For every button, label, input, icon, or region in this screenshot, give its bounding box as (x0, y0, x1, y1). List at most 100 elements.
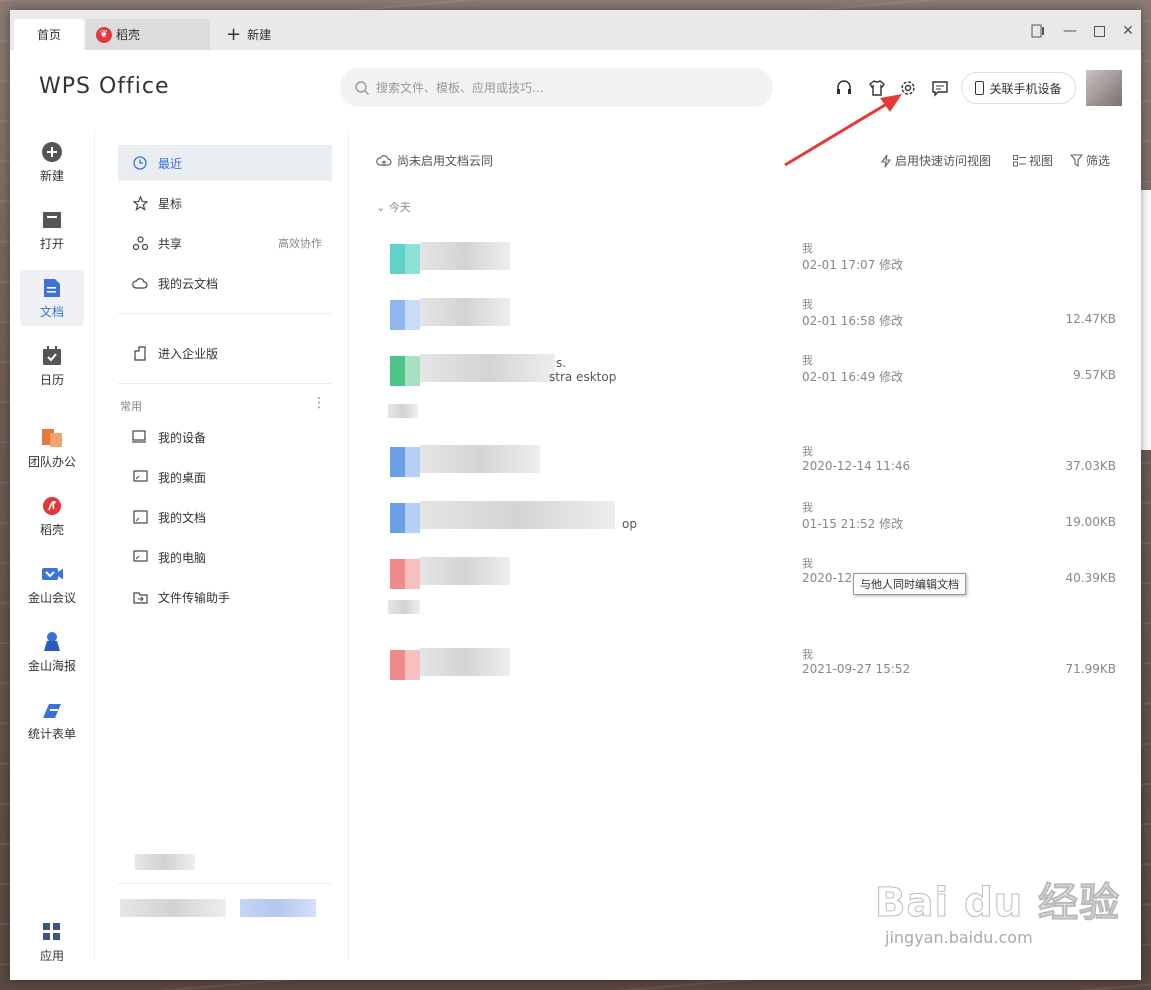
rail-poster[interactable]: 金山海报 (20, 624, 84, 680)
tooltip: 与他人同时编辑文档 (853, 573, 966, 595)
tab-docer-label: 稻壳 (116, 28, 141, 42)
group-today[interactable]: ⌄ 今天 (376, 199, 411, 215)
rail-form[interactable]: 统计表单 (20, 692, 84, 748)
file-path-fragment: stra esktop (549, 370, 617, 384)
file-size: 37.03KB (1065, 459, 1116, 473)
search-input[interactable]: 搜索文件、模板、应用或技巧... (340, 68, 773, 107)
file-thumbnail (390, 300, 420, 330)
nav-recent[interactable]: 最近 (118, 145, 332, 181)
cloud-icon (376, 155, 392, 166)
filter-icon (1070, 154, 1083, 167)
avatar[interactable] (1086, 70, 1122, 106)
file-time: 2021-09-27 15:52 (802, 662, 911, 676)
tab-docer[interactable]: ❦ 稻壳 (86, 19, 210, 50)
nav-my-documents[interactable]: 我的文档 (118, 499, 332, 535)
quick-access-button[interactable]: 启用快速访问视图 (880, 152, 991, 169)
rail-documents[interactable]: 文档 (20, 270, 84, 326)
file-size: 12.47KB (1065, 312, 1116, 326)
blurred-account-info (135, 854, 195, 870)
rail-team-label: 团队办公 (27, 454, 76, 469)
minimize-icon[interactable]: — (1059, 20, 1081, 42)
rail-team[interactable]: 团队办公 (20, 420, 84, 476)
transfer-icon (132, 589, 148, 605)
message-icon[interactable] (929, 77, 951, 99)
file-row[interactable]: 我 2020-12-14 11:46 37.03KB (376, 437, 1116, 493)
group-today-label: 今天 (388, 201, 411, 214)
nav-separator (118, 313, 332, 314)
link-phone-button[interactable]: 关联手机设备 (961, 72, 1076, 104)
nav-my-computer[interactable]: 我的电脑 (118, 539, 332, 575)
file-owner: 我 (802, 298, 813, 311)
cloud-sync-notice[interactable]: 尚未启用文档云同 (376, 152, 493, 169)
nav-cloud-label: 我的云文档 (158, 276, 219, 291)
form-icon (41, 699, 63, 721)
rail-poster-label: 金山海报 (27, 658, 76, 673)
calendar-icon (41, 345, 63, 367)
team-icon (41, 427, 63, 449)
title-bar: 首页 ❦ 稻壳 + 新建 — ✕ (10, 10, 1141, 50)
rail-docer[interactable]: 稻壳 (20, 488, 84, 544)
nav-my-desktop[interactable]: 我的桌面 (118, 459, 332, 495)
chevron-down-icon: ⌄ (376, 201, 386, 214)
cloud-icon (132, 275, 148, 291)
headset-icon[interactable] (833, 77, 855, 99)
rail-open[interactable]: 打开 (20, 202, 84, 258)
share-icon (132, 235, 148, 251)
tab-new-label: 新建 (247, 28, 272, 42)
document-icon (41, 277, 63, 299)
nav-starred[interactable]: 星标 (118, 185, 332, 221)
tab-home[interactable]: 首页 (14, 19, 84, 50)
nav-my-device[interactable]: 我的设备 (118, 419, 332, 455)
file-thumbnail (390, 244, 420, 274)
nav-shared[interactable]: 共享 高效协作 (118, 225, 332, 261)
rail-new[interactable]: 新建 (20, 134, 84, 190)
maximize-icon[interactable] (1088, 20, 1110, 42)
gear-icon[interactable] (897, 77, 919, 99)
file-owner: 我 (802, 648, 813, 661)
file-row[interactable]: 我 02-01 16:58 修改 12.47KB (376, 290, 1116, 346)
docer-icon (41, 495, 63, 517)
rail-documents-label: 文档 (39, 304, 64, 319)
file-name-fragment: s. (556, 356, 567, 370)
file-time: 02-01 16:58 修改 (802, 314, 904, 328)
layout-toggle-icon[interactable] (1027, 20, 1049, 42)
file-thumbnail (390, 356, 420, 386)
folder-icon (41, 209, 63, 231)
file-row[interactable]: op 我 01-15 21:52 修改 19.00KB (376, 493, 1116, 549)
rail-apps-label: 应用 (39, 948, 64, 963)
nav-cloud[interactable]: 我的云文档 (118, 265, 332, 301)
watermark-brand: Bai du 经验 (874, 880, 1121, 927)
file-row[interactable]: 我 02-01 17:07 修改 (376, 234, 1116, 290)
blurred-row-fragment (388, 600, 420, 614)
filter-button[interactable]: 筛选 (1070, 152, 1110, 169)
nav-shared-extra: 高效协作 (278, 237, 322, 250)
blurred-storage-info (120, 899, 226, 917)
watermark-url: jingyan.baidu.com (885, 928, 1033, 947)
building-icon (132, 345, 148, 361)
view-label: 视图 (1029, 154, 1054, 168)
file-thumbnail (390, 447, 420, 477)
nav-my-documents-label: 我的文档 (158, 510, 207, 525)
clock-icon (132, 155, 148, 171)
tab-new[interactable]: + 新建 (222, 19, 292, 50)
blurred-row-fragment (388, 404, 418, 418)
baidu-watermark: Bai du 经验 jingyan.baidu.com (874, 870, 1121, 948)
docer-logo-icon: ❦ (96, 26, 112, 43)
rail-form-label: 统计表单 (27, 726, 76, 741)
file-size: 40.39KB (1065, 571, 1116, 585)
blurred-upgrade-link[interactable] (240, 899, 316, 917)
nav-file-transfer[interactable]: 文件传输助手 (118, 579, 332, 615)
file-row[interactable]: s. stra esktop 我 02-01 16:49 修改 9.57KB (376, 346, 1116, 402)
file-row[interactable]: 我 2020-12- 40.39KB (376, 549, 1116, 605)
nav-enterprise[interactable]: 进入企业版 (118, 335, 332, 371)
rail-meeting[interactable]: 金山会议 (20, 556, 84, 612)
file-row[interactable]: 我 2021-09-27 15:52 71.99KB (376, 640, 1116, 696)
rail-calendar[interactable]: 日历 (20, 338, 84, 394)
nav-more-icon[interactable]: ⋮ (312, 395, 326, 411)
view-button[interactable]: 视图 (1013, 152, 1053, 169)
rail-apps[interactable]: 应用 (20, 914, 84, 970)
nav-my-computer-label: 我的电脑 (158, 550, 207, 565)
skin-shirt-icon[interactable] (866, 77, 888, 99)
close-icon[interactable]: ✕ (1117, 20, 1139, 42)
rail-new-label: 新建 (39, 168, 64, 183)
